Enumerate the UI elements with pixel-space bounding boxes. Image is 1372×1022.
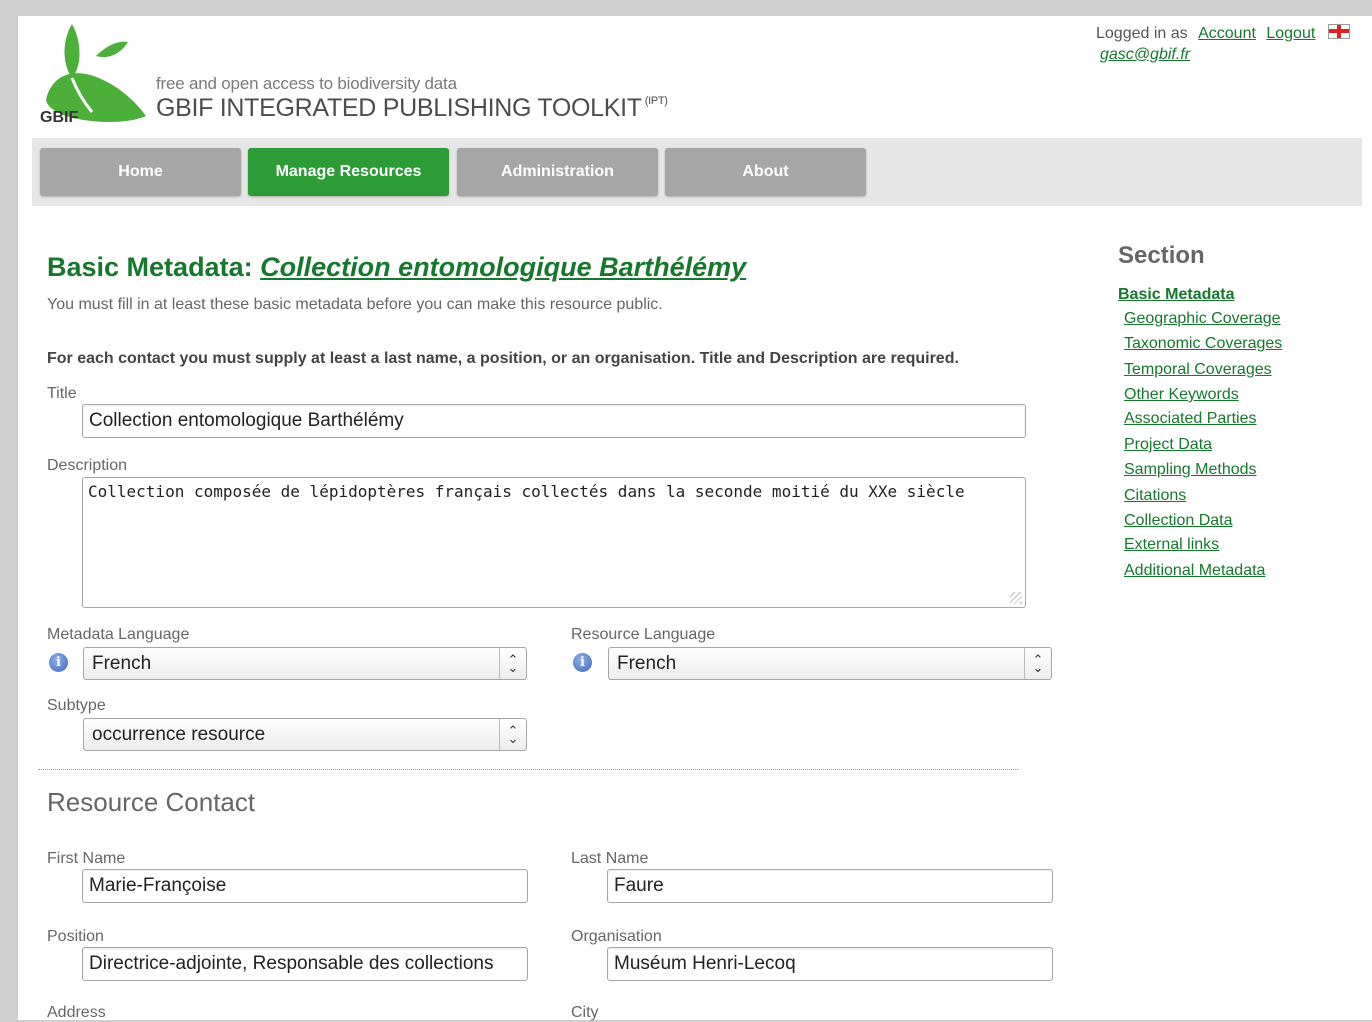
subtype-select[interactable]: occurrence resource ⌃ ⌄	[83, 718, 527, 751]
brand-name: GBIF INTEGRATED PUBLISHING TOOLKIT	[156, 94, 642, 122]
metadata-language-value: French	[92, 652, 152, 674]
address-label: Address	[47, 1004, 106, 1021]
sidebar-item-taxonomic-coverages[interactable]: Taxonomic Coverages	[1124, 335, 1282, 353]
subtype-value: occurrence resource	[92, 723, 266, 745]
resource-language-label: Resource Language	[571, 626, 716, 643]
sidebar-item-project-data[interactable]: Project Data	[1124, 436, 1212, 454]
nav-manage-resources[interactable]: Manage Resources	[248, 148, 449, 196]
sidebar-item-citations[interactable]: Citations	[1124, 487, 1186, 505]
subtype-label: Subtype	[47, 697, 106, 714]
section-divider	[38, 769, 1018, 770]
user-email: gasc@gbif.fr	[1100, 46, 1190, 64]
gbif-logo[interactable]: GBIF	[36, 20, 148, 124]
last-name-input[interactable]: Faure	[607, 869, 1053, 903]
brand-title: GBIF INTEGRATED PUBLISHING TOOLKIT (IPT)	[156, 94, 668, 123]
brand-sup: (IPT)	[644, 95, 668, 107]
first-name-label: First Name	[47, 850, 126, 867]
tagline: free and open access to biodiversity dat…	[156, 74, 457, 93]
logout-link[interactable]: Logout	[1266, 25, 1315, 42]
logged-in-label: Logged in as	[1096, 25, 1188, 42]
sidebar-item-associated-parties[interactable]: Associated Parties	[1124, 410, 1257, 428]
contact-notice: For each contact you must supply at leas…	[47, 350, 959, 367]
nav-about[interactable]: About	[665, 148, 866, 196]
first-name-input[interactable]: Marie-Françoise	[82, 869, 528, 903]
nav-administration[interactable]: Administration	[457, 148, 658, 196]
nav-home[interactable]: Home	[40, 148, 241, 196]
sidebar-item-geographic-coverage[interactable]: Geographic Coverage	[1124, 310, 1281, 328]
organisation-input[interactable]: Muséum Henri-Lecoq	[607, 947, 1053, 981]
sidebar-item-sampling-methods[interactable]: Sampling Methods	[1124, 461, 1257, 479]
page: GBIF free and open access to biodiversit…	[18, 16, 1372, 1021]
resize-grip-icon[interactable]	[1010, 592, 1022, 604]
description-label: Description	[47, 457, 128, 474]
metadata-language-label: Metadata Language	[47, 626, 190, 643]
resource-title-link[interactable]: Collection entomologique Barthélémy	[260, 252, 746, 282]
info-icon[interactable]: i	[573, 653, 592, 672]
position-label: Position	[47, 928, 104, 945]
metadata-language-select[interactable]: French ⌃ ⌄	[83, 647, 527, 680]
sidebar-item-temporal-coverages[interactable]: Temporal Coverages	[1124, 361, 1272, 379]
user-box: Logged in as Account Logout	[1096, 24, 1350, 43]
title-label: Title	[47, 385, 77, 402]
position-input[interactable]: Directrice-adjointe, Responsable des col…	[82, 947, 528, 981]
sidebar-item-collection-data[interactable]: Collection Data	[1124, 512, 1233, 530]
description-text: Collection composée de lépidoptères fran…	[88, 482, 965, 501]
sidebar-item-other-keywords[interactable]: Other Keywords	[1124, 386, 1239, 404]
title-input[interactable]: Collection entomologique Barthélémy	[82, 404, 1026, 438]
sidebar-item-external-links[interactable]: External links	[1124, 536, 1219, 554]
resource-language-value: French	[617, 652, 677, 674]
resource-contact-heading: Resource Contact	[47, 787, 256, 817]
organisation-label: Organisation	[571, 928, 662, 945]
select-arrows-icon: ⌃ ⌄	[499, 648, 526, 679]
city-label: City	[571, 1004, 599, 1021]
resource-language-select[interactable]: French ⌃ ⌄	[608, 647, 1052, 680]
page-title-prefix: Basic Metadata:	[47, 252, 253, 282]
page-title: Basic Metadata: Collection entomologique…	[47, 252, 746, 283]
select-arrows-icon: ⌃ ⌄	[499, 719, 526, 750]
main-nav: Home Manage Resources Administration Abo…	[32, 138, 1362, 206]
sidebar-item-additional-metadata[interactable]: Additional Metadata	[1124, 562, 1265, 580]
description-textarea[interactable]: Collection composée de lépidoptères fran…	[82, 477, 1026, 608]
sidebar-title: Section	[1118, 242, 1205, 269]
select-arrows-icon: ⌃ ⌄	[1024, 648, 1051, 679]
account-link[interactable]: Account	[1198, 25, 1256, 42]
sidebar-item-basic-metadata[interactable]: Basic Metadata	[1118, 286, 1235, 304]
user-email-link[interactable]: gasc@gbif.fr	[1100, 46, 1190, 63]
gbif-logo-text: GBIF	[40, 109, 78, 124]
intro-text: You must fill in at least these basic me…	[47, 296, 663, 313]
info-icon[interactable]: i	[49, 653, 68, 672]
english-flag-icon[interactable]	[1327, 24, 1350, 39]
last-name-label: Last Name	[571, 850, 649, 867]
